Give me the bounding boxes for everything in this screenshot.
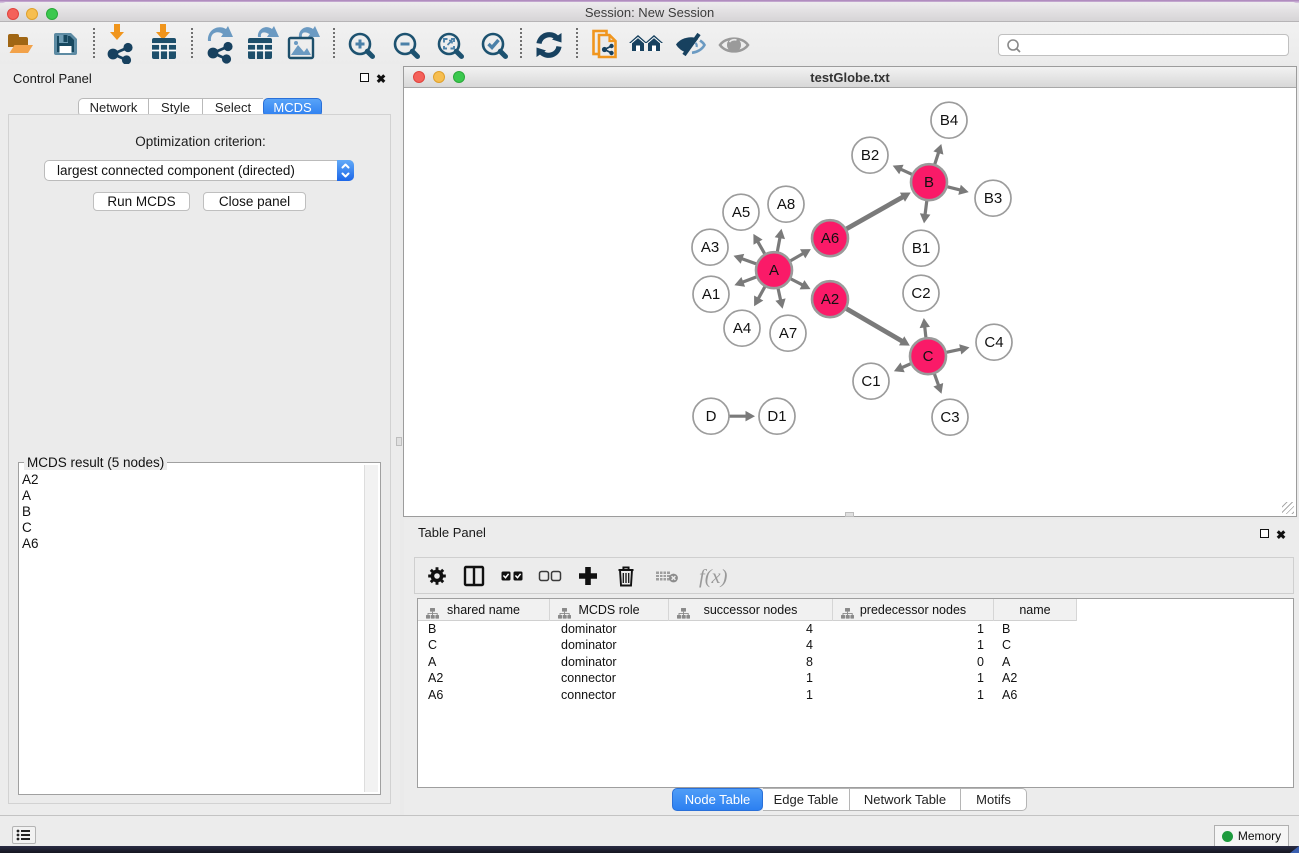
svg-text:A3: A3 [701, 239, 719, 256]
svg-text:C1: C1 [861, 373, 880, 390]
svg-text:C2: C2 [911, 285, 930, 302]
svg-text:A6: A6 [821, 230, 839, 247]
svg-text:A8: A8 [777, 196, 795, 213]
svg-text:C: C [923, 348, 934, 365]
svg-text:f(x): f(x) [699, 566, 728, 588]
svg-text:B3: B3 [984, 190, 1002, 207]
svg-text:A2: A2 [821, 291, 839, 308]
svg-text:B: B [924, 174, 934, 191]
svg-text:A7: A7 [779, 325, 797, 342]
svg-text:C4: C4 [984, 334, 1003, 351]
svg-text:D1: D1 [767, 408, 786, 425]
svg-text:B2: B2 [861, 147, 879, 164]
svg-text:A: A [769, 262, 779, 279]
svg-text:B1: B1 [912, 240, 930, 257]
svg-text:B4: B4 [940, 112, 958, 129]
svg-text:D: D [706, 408, 717, 425]
svg-text:A5: A5 [732, 204, 750, 221]
svg-text:A4: A4 [733, 320, 751, 337]
svg-text:C3: C3 [940, 409, 959, 426]
svg-text:A1: A1 [702, 286, 720, 303]
